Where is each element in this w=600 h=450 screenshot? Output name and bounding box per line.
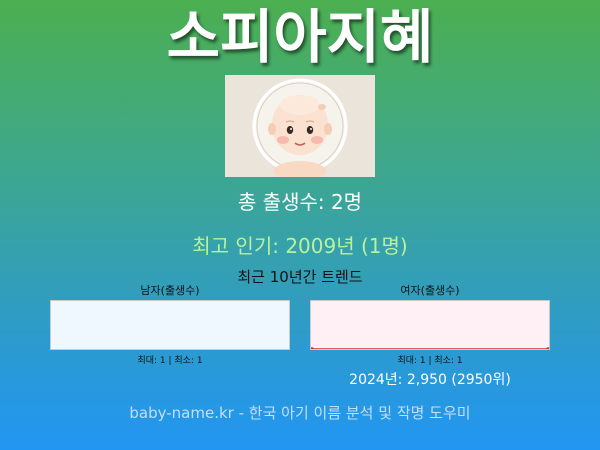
footer-text: baby-name.kr - 한국 아기 이름 분석 및 작명 도우미: [129, 404, 471, 422]
baby-illustration: [225, 75, 375, 177]
male-panel-label: 남자(출생수): [140, 284, 200, 297]
male-trend-chart: [50, 300, 290, 350]
total-births: 총 출생수: 2명: [237, 190, 363, 214]
most-popular-year: 최고 인기: 2009년 (1명): [192, 234, 408, 258]
trend-point: [546, 347, 549, 349]
female-rank-2024: 2024년: 2,950 (2950위): [349, 372, 511, 388]
female-panel-label: 여자(출생수): [400, 284, 460, 297]
female-trend-chart: [310, 300, 550, 350]
female-stats: 최대: 1 | 최소: 1: [397, 356, 463, 366]
male-stats: 최대: 1 | 최소: 1: [137, 356, 203, 366]
page-title: 소피아지혜: [166, 3, 434, 71]
trend-point: [311, 347, 314, 349]
female-trend-line: [311, 347, 549, 349]
baby-face-icon: [225, 75, 375, 177]
